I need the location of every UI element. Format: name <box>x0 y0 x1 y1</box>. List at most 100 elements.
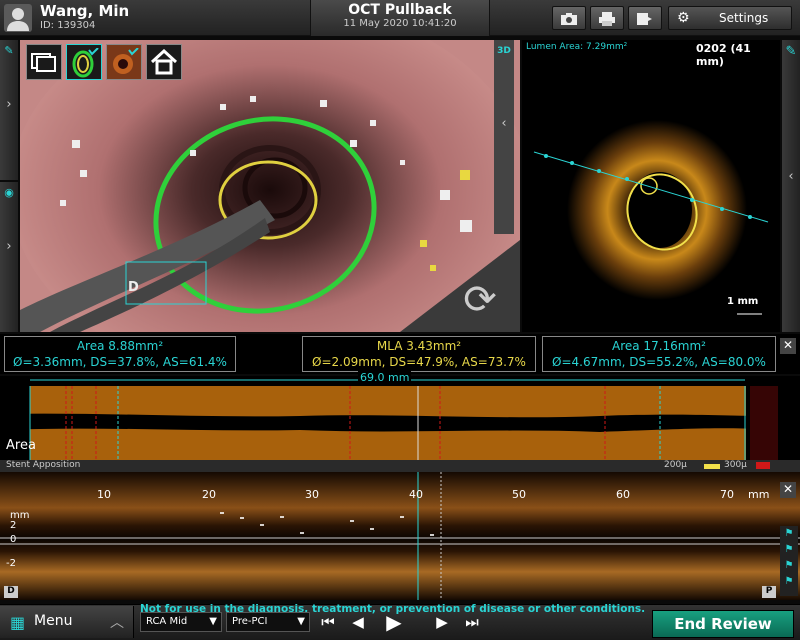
vessel-select[interactable]: RCA Mid ▼ <box>140 612 222 632</box>
close-icon: ✕ <box>782 338 794 352</box>
lview-tools[interactable]: ⚑ ⚑ ⚑ ⚑ <box>780 526 798 596</box>
legend-swatch-yellow <box>704 464 720 469</box>
distal-marker: D <box>4 586 18 598</box>
page-datetime: 11 May 2020 10:41:20 <box>343 18 457 29</box>
rotate-button[interactable]: ⟳ <box>450 272 510 328</box>
3d-side-panel[interactable]: 3D ‹ <box>494 40 514 234</box>
home-icon <box>150 48 178 80</box>
stent-apposition-bar: Stent Apposition 200µ 300µ <box>0 460 800 477</box>
patient-id: ID: 139304 <box>40 20 96 31</box>
apposition-label: Stent Apposition <box>6 460 81 470</box>
camera-icon <box>560 13 578 30</box>
play-icon: ▶ <box>386 610 402 634</box>
x-unit: mm <box>748 488 770 501</box>
skip-start-icon: ⏮ <box>321 613 335 631</box>
layout-button[interactable] <box>26 44 62 80</box>
track-label: Area <box>6 438 36 453</box>
chevron-right-icon: › <box>6 239 12 254</box>
x-tick-70: 70 <box>720 488 734 501</box>
page-title: OCT Pullback <box>348 2 452 18</box>
menu-label: Menu <box>34 613 73 629</box>
eye-icon: ◉ <box>4 186 14 199</box>
longitudinal-view[interactable]: mm 2 0 -2 10 20 30 40 50 60 70 mm D P ✕ … <box>0 472 800 600</box>
phase-select[interactable]: Pre-PCI ▼ <box>226 612 310 632</box>
patient-name: Wang, Min <box>40 2 130 20</box>
area-track-graph <box>0 379 800 460</box>
previous-frame-button[interactable]: ◀ <box>344 610 372 634</box>
oct-image <box>533 120 769 315</box>
x-tick-20: 20 <box>202 488 216 501</box>
end-review-button[interactable]: End Review <box>652 610 794 638</box>
legend-swatch-red <box>756 462 770 469</box>
rotate-icon: ⟳ <box>463 277 497 323</box>
left-side-tab-bottom[interactable]: ◉ › <box>0 182 18 332</box>
length-label: 69.0 mm <box>358 371 412 384</box>
top-bar: Wang, Min ID: 139304 OCT Pullback 11 May… <box>0 0 800 36</box>
scale-label: 1 mm <box>727 296 759 307</box>
mla-measurement[interactable]: MLA 3.43mm² Ø=2.09mm, DS=47.9%, AS=73.7% <box>302 336 536 372</box>
left-reference-measurement[interactable]: Area 8.88mm² Ø=3.36mm, DS=37.8%, AS=61.4… <box>4 336 236 372</box>
home-button[interactable] <box>146 44 182 80</box>
y-tick-2: 2 <box>10 520 17 531</box>
close-lview-button[interactable]: ✕ <box>780 482 796 498</box>
tool-icon: ✎ <box>785 44 797 59</box>
proximal-marker: P <box>762 586 776 598</box>
apposition-legend-300: 300µ <box>724 460 747 470</box>
chevron-left-icon: ‹ <box>788 169 794 184</box>
next-frame-button[interactable]: ▶ <box>428 610 456 634</box>
x-tick-40: 40 <box>409 488 423 501</box>
first-frame-button[interactable]: ⏮ <box>314 610 342 634</box>
print-button[interactable] <box>590 6 624 30</box>
right-reference-measurement[interactable]: Area 17.16mm² Ø=4.67mm, DS=55.2%, AS=80.… <box>542 336 776 372</box>
chevron-right-icon: › <box>6 97 12 112</box>
export-button[interactable] <box>628 6 662 30</box>
printer-icon <box>598 12 616 30</box>
chevron-down-icon: ▼ <box>297 616 305 627</box>
left-side-tab-top[interactable]: ✎ › <box>0 40 18 180</box>
ruler-icon: ✎ <box>4 44 14 57</box>
settings-label: Settings <box>719 11 769 25</box>
x-tick-50: 50 <box>512 488 526 501</box>
y-tick-neg2: -2 <box>6 558 16 569</box>
settings-button[interactable]: ⚙ Settings <box>668 6 792 30</box>
3d-badge: 3D <box>497 46 511 56</box>
stent-toggle-button[interactable] <box>66 44 102 80</box>
gear-icon: ⚙ <box>677 10 690 26</box>
left-detail: Ø=3.36mm, DS=37.8%, AS=61.4% <box>13 355 227 369</box>
vessel-value: RCA Mid <box>146 616 188 627</box>
menu-button[interactable]: ▦ Menu ︿ <box>0 606 134 638</box>
title-box: OCT Pullback 11 May 2020 10:41:20 <box>310 0 490 36</box>
left-area: Area 8.88mm² <box>76 339 164 353</box>
x-tick-10: 10 <box>97 488 111 501</box>
last-frame-button[interactable]: ⏭ <box>458 610 486 634</box>
phase-value: Pre-PCI <box>232 616 268 627</box>
mla-detail: Ø=2.09mm, DS=47.9%, AS=73.7% <box>312 355 526 369</box>
skip-end-icon: ⏭ <box>465 613 479 631</box>
area-track[interactable]: 69.0 mm Area <box>0 371 800 460</box>
apposition-legend-200: 200µ <box>664 460 687 470</box>
right-detail: Ø=4.67mm, DS=55.2%, AS=80.0% <box>552 355 766 369</box>
l-mode-image <box>0 472 800 600</box>
step-back-icon: ◀ <box>352 613 364 631</box>
camera-button[interactable] <box>552 6 586 30</box>
3d-render <box>20 40 520 332</box>
export-icon <box>636 13 654 30</box>
frame-label: 0202 (41 mm) <box>696 42 751 68</box>
close-measurements-button[interactable]: ✕ <box>780 338 796 354</box>
3d-lumen-view[interactable]: D ⟳ <box>20 40 520 332</box>
right-side-tab[interactable]: ✎ ‹ <box>782 40 800 332</box>
play-button[interactable]: ▶ <box>380 610 408 634</box>
measurement-row: Area 8.88mm² Ø=3.36mm, DS=37.8%, AS=61.4… <box>0 334 800 374</box>
x-tick-60: 60 <box>616 488 630 501</box>
chevron-up-icon: ︿ <box>110 615 124 631</box>
chevron-left-icon: ‹ <box>501 116 507 131</box>
grid-icon: ▦ <box>10 613 26 632</box>
lumen-toggle-button[interactable] <box>106 44 142 80</box>
step-forward-icon: ▶ <box>436 613 448 631</box>
mla-area: MLA 3.43mm² <box>376 339 462 353</box>
close-icon: ✕ <box>782 482 794 496</box>
lumen-toggle-icon <box>109 47 139 83</box>
oct-cross-section-view[interactable]: Lumen Area: 7.29mm² 0202 (41 mm) 1 mm <box>522 40 780 332</box>
x-tick-30: 30 <box>305 488 319 501</box>
marker-label: D <box>128 280 139 295</box>
